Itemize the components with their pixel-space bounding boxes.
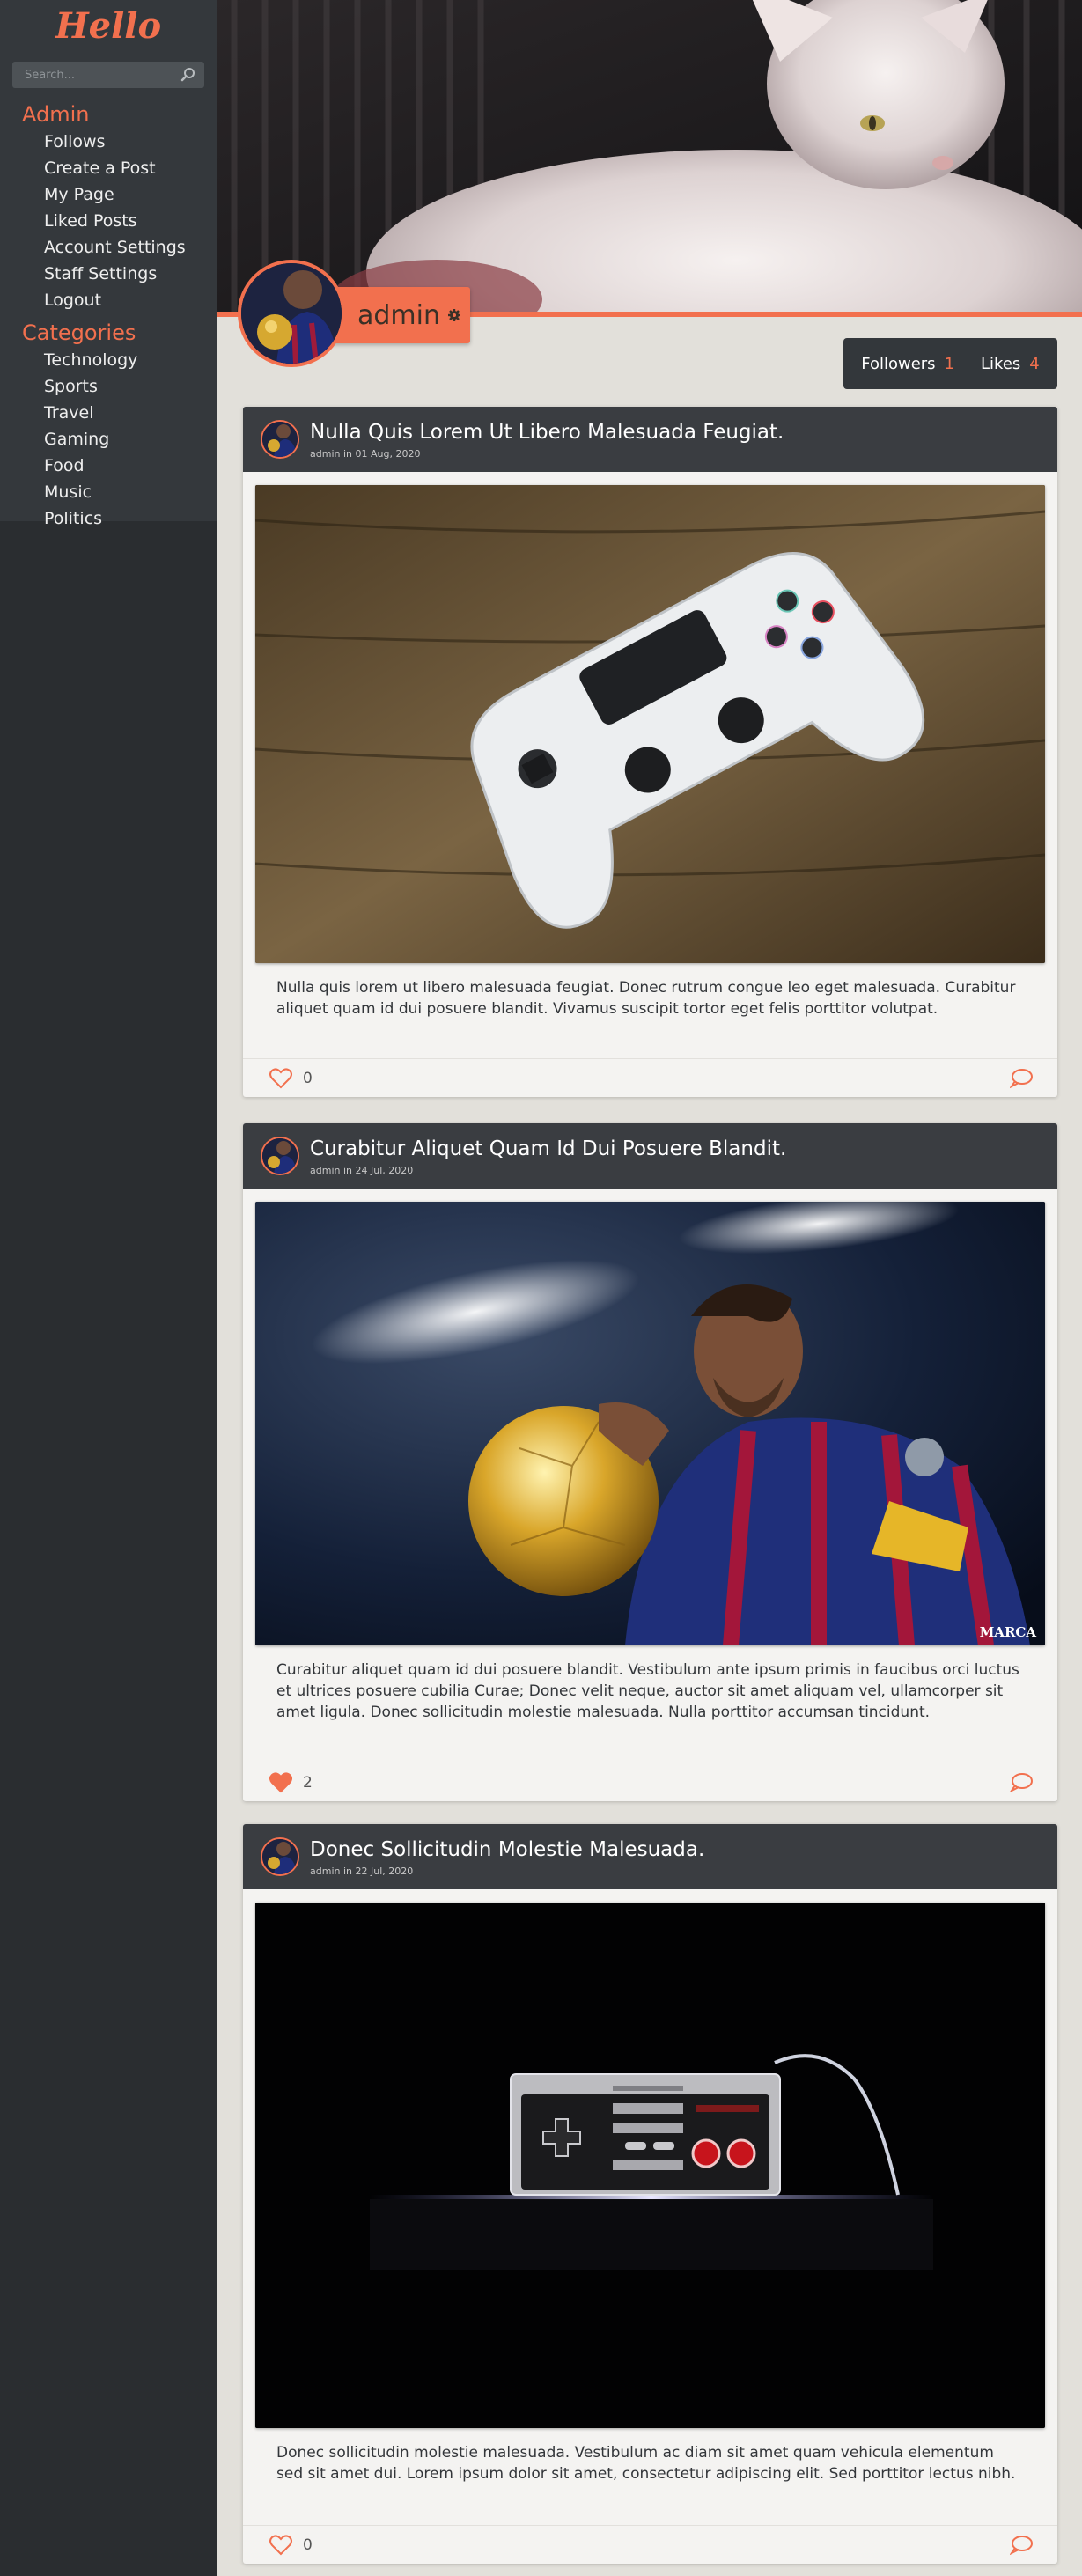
nav-item-travel[interactable]: Travel — [0, 400, 217, 426]
comment-icon[interactable] — [1010, 2535, 1033, 2556]
nav-item-technology[interactable]: Technology — [0, 347, 217, 373]
post-footer: 2 — [243, 1763, 1057, 1801]
followers-label: Followers — [861, 354, 936, 373]
main-content: admin Followers 1 Likes 4 Nulla Quis Lorem… — [217, 0, 1082, 2576]
nav-item-food[interactable]: Food — [0, 453, 217, 479]
categories-nav: Categories Technology Sports Travel Gami… — [0, 319, 217, 532]
post-title-wrap: Donec Sollicitudin Molestie Malesuada. a… — [310, 1837, 704, 1877]
nav-item-sports[interactable]: Sports — [0, 373, 217, 400]
cat-cover-image — [217, 0, 1082, 312]
post-body: Donec sollicitudin molestie malesuada. V… — [276, 2444, 1016, 2483]
admin-heading: Admin — [22, 102, 90, 127]
comment-icon[interactable] — [1010, 1068, 1033, 1089]
post-card: Curabitur Aliquet Quam Id Dui Posuere Bl… — [243, 1123, 1057, 1801]
nav-item-staff-settings[interactable]: Staff Settings — [0, 261, 217, 287]
likes-stat[interactable]: Likes 4 — [981, 355, 1040, 373]
post-image[interactable] — [255, 1903, 1045, 2428]
author-avatar-image — [262, 422, 298, 457]
author-avatar-image — [262, 1839, 298, 1874]
nav-item-logout[interactable]: Logout — [0, 287, 217, 313]
author-avatar[interactable] — [261, 1137, 299, 1175]
profile-username[interactable]: admin — [357, 300, 440, 331]
nav-item-follows[interactable]: Follows — [0, 129, 217, 155]
football-image — [255, 1202, 1045, 1645]
profile-name-tag: admin — [329, 287, 470, 343]
post-title[interactable]: Nulla Quis Lorem Ut Libero Malesuada Feu… — [310, 420, 784, 445]
search-box — [12, 62, 204, 88]
gamepad-image — [255, 485, 1045, 963]
avatar-image — [241, 263, 342, 364]
profile-avatar[interactable] — [238, 260, 345, 367]
post-meta: admin in 24 Jul, 2020 — [310, 1164, 414, 1176]
nav-item-my-page[interactable]: My Page — [0, 181, 217, 208]
post-image[interactable] — [255, 485, 1045, 963]
post-header: Donec Sollicitudin Molestie Malesuada. a… — [243, 1824, 1057, 1889]
heart-icon[interactable] — [269, 1771, 292, 1793]
post-meta: admin in 01 Aug, 2020 — [310, 447, 421, 460]
post-meta: admin in 22 Jul, 2020 — [310, 1865, 414, 1877]
post-header: Curabitur Aliquet Quam Id Dui Posuere Bl… — [243, 1123, 1057, 1189]
post-title[interactable]: Curabitur Aliquet Quam Id Dui Posuere Bl… — [310, 1137, 786, 1161]
author-avatar[interactable] — [261, 420, 299, 459]
nav-item-liked-posts[interactable]: Liked Posts — [0, 208, 217, 234]
post-body: Curabitur aliquet quam id dui posuere bl… — [276, 1661, 1019, 1721]
like-count: 2 — [303, 1773, 313, 1792]
cover-photo — [217, 0, 1082, 312]
post-image[interactable]: MARCA — [255, 1202, 1045, 1645]
nav-item-create-post[interactable]: Create a Post — [0, 155, 217, 181]
site-logo[interactable]: Hello — [0, 5, 217, 53]
heart-icon[interactable] — [269, 2534, 292, 2556]
image-watermark: MARCA — [979, 1624, 1036, 1640]
post-footer: 0 — [243, 2525, 1057, 2564]
post-body: Nulla quis lorem ut libero malesuada feu… — [276, 979, 1016, 1018]
like-count: 0 — [303, 1069, 313, 1087]
gear-icon[interactable] — [447, 308, 461, 322]
post-footer: 0 — [243, 1058, 1057, 1097]
sidebar: Hello Admin Follows Create a Post My Pag… — [0, 0, 217, 2576]
followers-stat[interactable]: Followers 1 — [861, 355, 954, 373]
like-count: 0 — [303, 2536, 313, 2554]
author-avatar[interactable] — [261, 1837, 299, 1876]
heart-icon[interactable] — [269, 1067, 292, 1089]
nav-item-politics[interactable]: Politics — [0, 505, 217, 532]
post-card: Nulla Quis Lorem Ut Libero Malesuada Feu… — [243, 407, 1057, 1097]
post-card: Donec Sollicitudin Molestie Malesuada. a… — [243, 1824, 1057, 2564]
search-input[interactable] — [12, 62, 204, 88]
profile-stats: Followers 1 Likes 4 — [843, 338, 1057, 389]
author-avatar-image — [262, 1138, 298, 1174]
search-icon[interactable] — [180, 66, 197, 84]
comment-icon[interactable] — [1010, 1772, 1033, 1793]
nav-item-account-settings[interactable]: Account Settings — [0, 234, 217, 261]
categories-heading: Categories — [22, 320, 136, 345]
post-header: Nulla Quis Lorem Ut Libero Malesuada Feu… — [243, 407, 1057, 472]
post-title[interactable]: Donec Sollicitudin Molestie Malesuada. — [310, 1837, 704, 1862]
likes-label: Likes — [981, 354, 1021, 373]
post-title-wrap: Nulla Quis Lorem Ut Libero Malesuada Feu… — [310, 420, 784, 460]
retro-controller-image — [255, 1903, 1045, 2428]
likes-count: 4 — [1029, 354, 1040, 373]
followers-count: 1 — [944, 354, 955, 373]
nav-item-music[interactable]: Music — [0, 479, 217, 505]
sidebar-panel: Hello Admin Follows Create a Post My Pag… — [0, 0, 217, 528]
nav-item-gaming[interactable]: Gaming — [0, 426, 217, 453]
post-title-wrap: Curabitur Aliquet Quam Id Dui Posuere Bl… — [310, 1137, 786, 1176]
admin-nav: Admin Follows Create a Post My Page Like… — [0, 100, 217, 313]
